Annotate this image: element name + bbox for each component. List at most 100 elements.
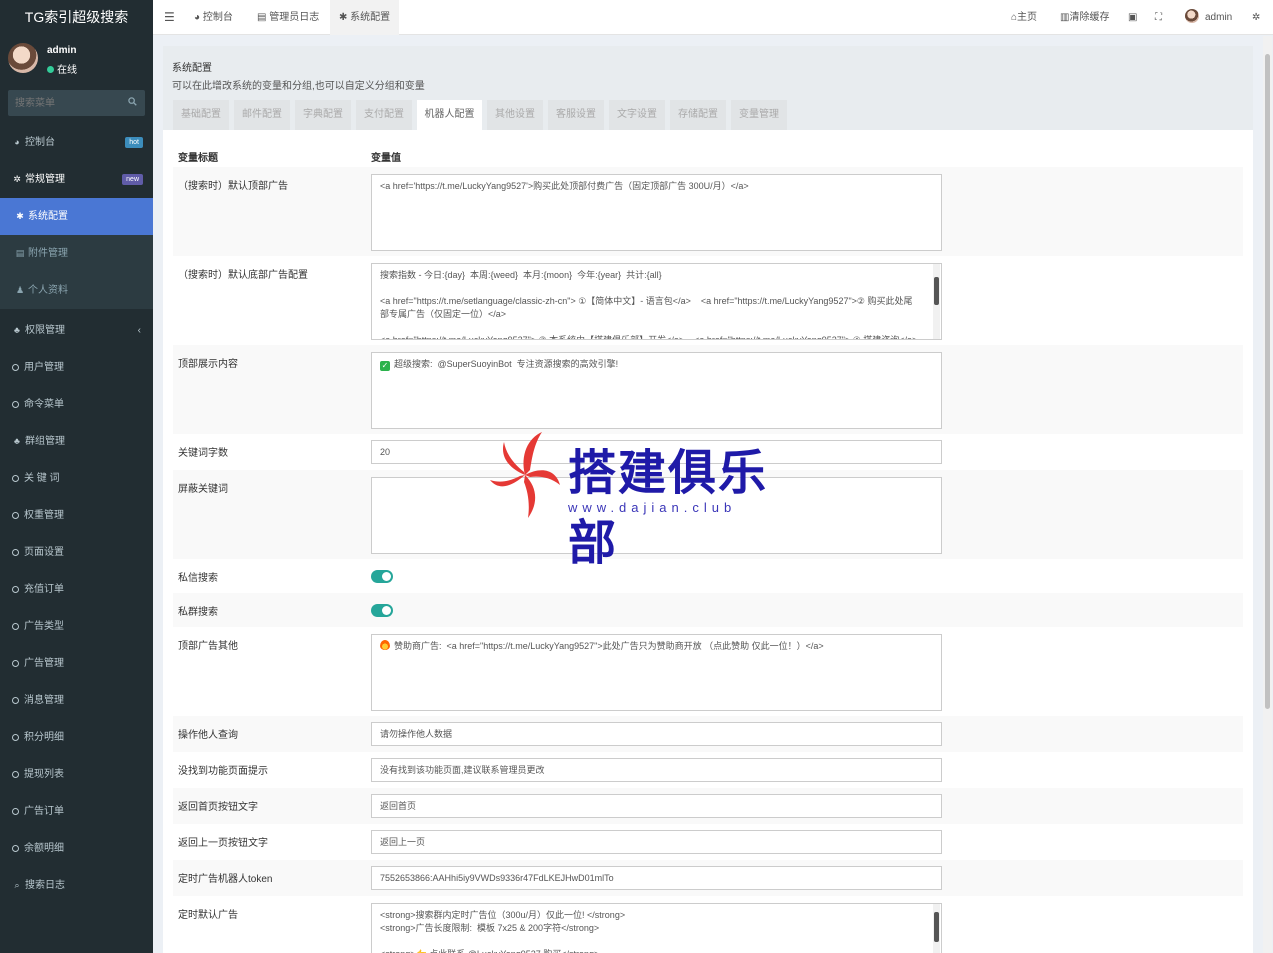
tab-system-config[interactable]: ✱ 系统配置: [330, 0, 400, 35]
translate-icon[interactable]: ▣: [1128, 0, 1137, 35]
sidebar-item-messages[interactable]: 消息管理: [0, 682, 153, 719]
home-button-text-input[interactable]: 返回首页: [371, 794, 942, 818]
top-ad-other-textarea[interactable]: 赞助商广告: <a href="https://t.me/LuckyYang95…: [371, 634, 942, 711]
fullscreen-icon[interactable]: ⛶: [1155, 0, 1162, 35]
tab-dashboard[interactable]: ◕ 控制台: [194, 0, 233, 35]
default-top-ad-textarea[interactable]: <a href='https://t.me/LuckyYang9527'>购买此…: [371, 174, 942, 251]
row-label: （搜索时）默认顶部广告: [178, 181, 288, 192]
menu-toggle-icon[interactable]: ☰: [164, 0, 175, 35]
sidebar-item-attachments[interactable]: ▤ 附件管理: [0, 235, 153, 272]
hot-badge: hot: [125, 137, 143, 148]
sidebar-item-balance[interactable]: 余额明细: [0, 830, 153, 867]
sidebar-item-weights[interactable]: 权重管理: [0, 497, 153, 534]
main-panel: 系统配置 可以在此增改系统的变量和分组,也可以自定义分组和变量 基础配置 邮件配…: [163, 46, 1253, 953]
topbar-user[interactable]: admin: [1185, 0, 1232, 35]
tab-storage[interactable]: 存储配置: [670, 100, 726, 130]
user-status: 在线: [47, 61, 77, 76]
table-row: （搜索时）默认顶部广告 <a href='https://t.me/LuckyY…: [173, 167, 1243, 256]
row-label: 屏蔽关键词: [178, 484, 228, 495]
sidebar-item-permissions[interactable]: ♣ 权限管理 ‹: [0, 312, 153, 349]
fire-icon: [380, 640, 390, 650]
sidebar-item-groups[interactable]: ♣ 群组管理: [0, 423, 153, 460]
page-description: 可以在此增改系统的变量和分组,也可以自定义分组和变量: [172, 81, 425, 92]
keyword-length-input[interactable]: 20: [371, 440, 942, 464]
tab-bot[interactable]: 机器人配置: [417, 100, 482, 130]
circle-icon: [12, 660, 19, 667]
sidebar-item-ad-types[interactable]: 广告类型: [0, 608, 153, 645]
app-brand[interactable]: TG索引超级搜索: [0, 0, 153, 35]
page-title: 系统配置: [172, 63, 212, 74]
gear-icon: ✱: [339, 12, 351, 23]
default-bottom-ad-textarea[interactable]: 搜索指数 - 今日:{day} 本周:{weed} 本月:{moon} 今年:{…: [371, 263, 942, 340]
page-scrollbar[interactable]: [1263, 36, 1272, 953]
tab-dict[interactable]: 字典配置: [295, 100, 351, 130]
avatar: [1185, 9, 1199, 23]
sidebar-search: [8, 90, 145, 116]
sidebar-item-users[interactable]: 用户管理: [0, 349, 153, 386]
sidebar-item-system-config[interactable]: ✱ 系统配置: [0, 198, 153, 235]
scrollbar[interactable]: [933, 904, 940, 953]
user-name: admin: [47, 45, 77, 56]
sidebar: TG索引超级搜索 admin 在线 ◕控制台hot ✲常规管理new ✱系统配置…: [0, 0, 153, 953]
col-value-header: 变量值: [371, 153, 401, 164]
tab-admin-log[interactable]: ▤ 管理员日志: [257, 0, 319, 35]
check-mark-icon: ✓: [380, 361, 390, 371]
circle-icon: [12, 697, 19, 704]
sidebar-item-keywords[interactable]: 关 键 词: [0, 460, 153, 497]
tab-other[interactable]: 其他设置: [487, 100, 543, 130]
sidebar-item-recharge-orders[interactable]: 充值订单: [0, 571, 153, 608]
private-search-toggle[interactable]: [371, 570, 393, 583]
settings-icon[interactable]: ✲: [1252, 0, 1260, 35]
circle-icon: [12, 845, 19, 852]
not-found-tip-input[interactable]: 没有找到该功能页面,建议联系管理员更改: [371, 758, 942, 782]
sidebar-item-points[interactable]: 积分明细: [0, 719, 153, 756]
dashboard-icon: ◕: [14, 137, 20, 147]
cogs-icon: ✲: [13, 174, 21, 184]
search-input[interactable]: [8, 90, 145, 116]
scheduled-ad-textarea[interactable]: <strong>搜索群内定时广告位（300u/月）仅此一位! </strong>…: [371, 903, 942, 953]
table-row: 私群搜索: [173, 593, 1243, 627]
row-label: 私群搜索: [178, 607, 218, 618]
sidebar-item-dashboard[interactable]: ◕ 控制台 hot: [0, 124, 153, 161]
home-link[interactable]: ⌂主页: [1011, 0, 1037, 35]
sidebar-item-search-log[interactable]: ⌕ 搜索日志: [0, 867, 153, 904]
top-display-textarea[interactable]: ✓ 超级搜索: @SuperSuoyinBot 专注资源搜索的高效引擎!: [371, 352, 942, 429]
dashboard-icon: ◕: [194, 12, 203, 23]
table-row: 定时默认广告 <strong>搜索群内定时广告位（300u/月）仅此一位! </…: [173, 896, 1243, 953]
user-panel: admin 在线: [0, 35, 153, 87]
row-label: （搜索时）默认底部广告配置: [178, 270, 308, 281]
sidebar-item-ad-orders[interactable]: 广告订单: [0, 793, 153, 830]
new-badge: new: [122, 174, 143, 185]
circle-icon: [12, 401, 19, 408]
col-title-header: 变量标题: [178, 153, 218, 164]
tab-pay[interactable]: 支付配置: [356, 100, 412, 130]
clear-cache-button[interactable]: ▥清除缓存: [1060, 0, 1109, 35]
sidebar-item-commands[interactable]: 命令菜单: [0, 386, 153, 423]
scrollbar[interactable]: [933, 264, 940, 339]
online-dot-icon: [47, 66, 54, 73]
bot-token-input[interactable]: 7552653866:AAHhi5iy9VWDs9336r47FdLKEJHwD…: [371, 866, 942, 890]
sidebar-item-general[interactable]: ✲ 常规管理 new: [0, 161, 153, 198]
sidebar-item-page-settings[interactable]: 页面设置: [0, 534, 153, 571]
back-button-text-input[interactable]: 返回上一页: [371, 830, 942, 854]
sidebar-item-withdrawals[interactable]: 提现列表: [0, 756, 153, 793]
table-row: 定时广告机器人token 7552653866:AAHhi5iy9VWDs933…: [173, 860, 1243, 896]
tab-text[interactable]: 文字设置: [609, 100, 665, 130]
private-group-search-toggle[interactable]: [371, 604, 393, 617]
circle-icon: [12, 771, 19, 778]
row-label: 返回上一页按钮文字: [178, 838, 268, 849]
tab-mail[interactable]: 邮件配置: [234, 100, 290, 130]
list-icon: ▤: [257, 12, 270, 23]
operate-others-input[interactable]: 请勿操作他人数据: [371, 722, 942, 746]
tab-basic[interactable]: 基础配置: [173, 100, 229, 130]
sidebar-item-ads[interactable]: 广告管理: [0, 645, 153, 682]
table-row: 返回上一页按钮文字 返回上一页: [173, 824, 1243, 860]
tab-service[interactable]: 客服设置: [548, 100, 604, 130]
circle-icon: [12, 364, 19, 371]
avatar: [8, 43, 38, 73]
blocked-keywords-textarea[interactable]: [371, 477, 942, 554]
search-icon[interactable]: [128, 97, 137, 106]
table-row: 关键词字数 20: [173, 434, 1243, 470]
sidebar-item-profile[interactable]: ♟ 个人资料: [0, 272, 153, 309]
tab-variables[interactable]: 变量管理: [731, 100, 787, 130]
